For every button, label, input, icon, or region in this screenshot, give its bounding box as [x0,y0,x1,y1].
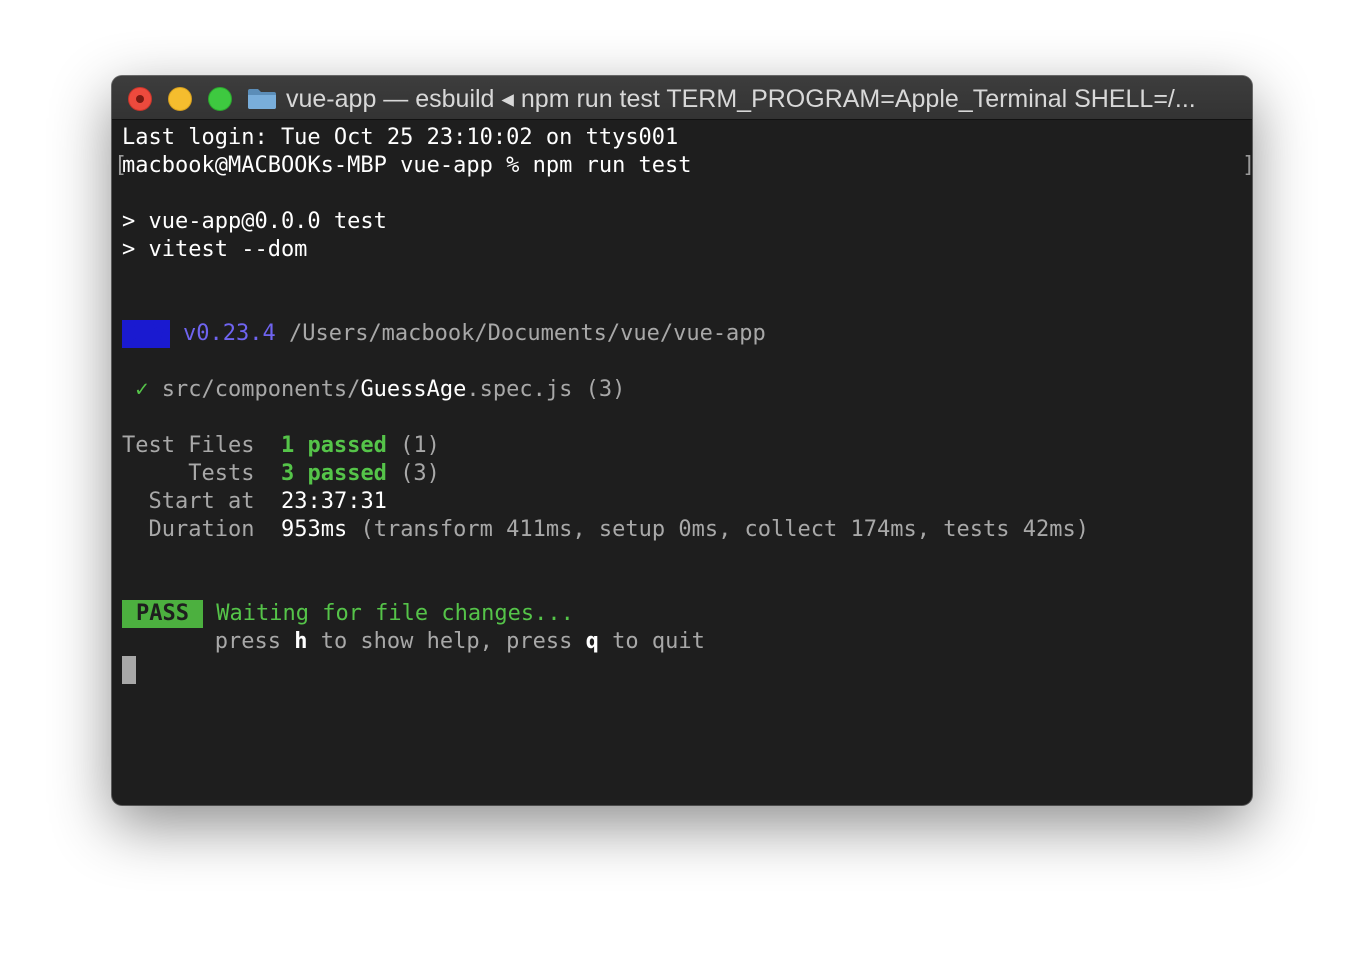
help-line: press h to show help, press q to quit [122,628,705,656]
help-key-h: h [294,629,308,654]
tests-count: (3) [400,461,440,486]
start-label: Start at [148,489,255,514]
zoom-icon[interactable] [208,87,232,111]
start-value: 23:37:31 [280,489,387,514]
script-line-1: > vue-app@0.0.0 test [122,209,387,234]
close-icon[interactable] [128,87,152,111]
spec-result-line: ✓ src/components/GuessAge.spec.js (3) [122,376,625,404]
duration-line: Duration 953ms (transform 411ms, setup 0… [122,516,1089,544]
selection-bracket-left: [ [114,153,128,178]
terminal-output[interactable]: Last login: Tue Oct 25 23:10:02 on ttys0… [114,124,1252,794]
test-files-value: 1 passed [280,433,387,458]
window-title: vue-app — esbuild ◂ npm run test TERM_PR… [286,85,1196,113]
dev-header-line: DEV v0.23.4 /Users/macbook/Documents/vue… [122,320,766,348]
help-middle: to show help, press [307,629,586,654]
spec-count: (3) [585,377,626,402]
tests-label: Tests [188,461,255,486]
last-login-line: Last login: Tue Oct 25 23:10:02 on ttys0… [122,125,679,150]
waiting-text: Waiting for file changes... [216,601,574,626]
tests-value: 3 passed [280,461,387,486]
test-files-line: Test Files 1 passed (1) [122,432,440,460]
test-files-label: Test Files [122,433,255,458]
spec-ext: .spec.js [466,377,573,402]
project-path: /Users/macbook/Documents/vue/vue-app [288,321,766,346]
folder-icon [248,89,276,109]
spec-name: GuessAge [360,377,467,402]
duration-value: 953ms [280,517,348,542]
title-bar[interactable]: vue-app — esbuild ◂ npm run test TERM_PR… [112,76,1252,120]
minimize-icon[interactable] [168,87,192,111]
help-end: to quit [598,629,705,654]
prompt-line: macbook@MACBOOKs-MBP vue-app % npm run t… [122,153,692,178]
pass-badge: PASS [122,600,203,628]
pass-line: PASS Waiting for file changes... [122,600,574,628]
spec-dir: src/components/ [161,377,361,402]
tests-line: Tests 3 passed (3) [122,460,440,488]
dev-badge: DEV [122,320,170,348]
selection-bracket-right: ] [1242,152,1252,180]
terminal-cursor [122,656,136,684]
check-icon: ✓ [135,377,149,402]
script-line-2: > vitest --dom [122,237,308,262]
duration-detail: (transform 411ms, setup 0ms, collect 174… [360,517,1089,542]
test-files-count: (1) [400,433,440,458]
start-at-line: Start at 23:37:31 [122,488,387,516]
help-press-1: press [214,629,295,654]
help-key-q: q [585,629,599,654]
duration-label: Duration [148,517,255,542]
terminal-window: vue-app — esbuild ◂ npm run test TERM_PR… [112,76,1252,805]
vitest-version: v0.23.4 [183,321,276,346]
